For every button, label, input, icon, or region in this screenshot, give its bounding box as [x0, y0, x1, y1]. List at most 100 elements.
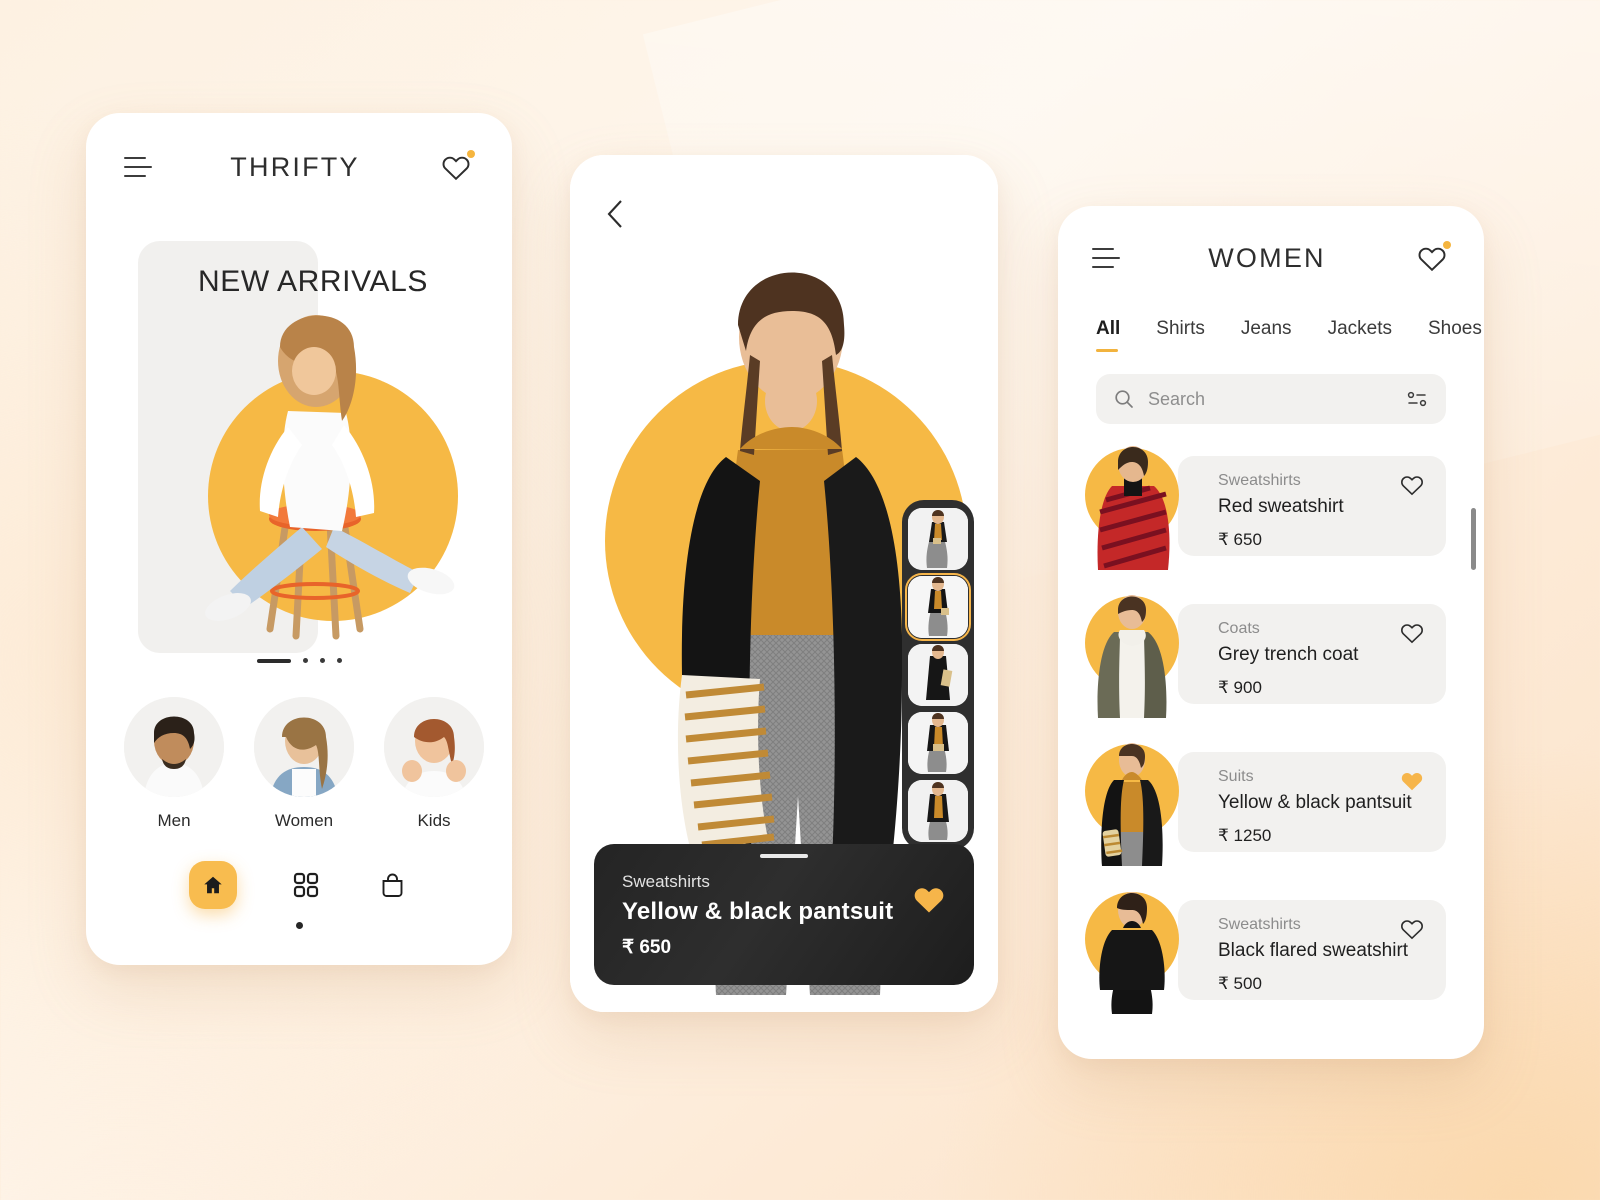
search-bar[interactable]: [1096, 374, 1446, 424]
list-item[interactable]: Sweatshirts Black flared sweatshirt ₹ 50…: [1082, 886, 1446, 1014]
notification-dot: [1443, 241, 1451, 249]
category-label: Men: [157, 811, 191, 830]
thumbnail-4[interactable]: [908, 712, 968, 774]
product-category: Sweatshirts: [622, 872, 710, 891]
list-scrollbar[interactable]: [1471, 508, 1476, 570]
product-name: Red sweatshirt: [1218, 496, 1344, 517]
product-price: ₹ 650: [622, 937, 672, 958]
thumbnail-image: [908, 712, 968, 774]
favorite-button[interactable]: [1400, 770, 1424, 797]
product-detail-card[interactable]: Sweatshirts Yellow & black pantsuit ₹ 65…: [594, 844, 974, 985]
avatar: [384, 697, 484, 797]
product-price: ₹ 1250: [1218, 826, 1272, 845]
favorite-button[interactable]: [912, 884, 946, 920]
category-item-men[interactable]: Men: [124, 697, 224, 831]
product-price: ₹ 900: [1218, 678, 1262, 697]
search-input[interactable]: [1148, 388, 1392, 410]
pagination-dot[interactable]: [302, 658, 308, 663]
hamburger-icon[interactable]: [124, 157, 152, 177]
thumbnail-image: [908, 780, 968, 842]
hero-model-image: [205, 315, 455, 640]
hamburger-icon[interactable]: [1092, 248, 1120, 268]
thumbnail-image: [908, 508, 968, 570]
tab-home[interactable]: [189, 861, 237, 909]
kids-photo: [384, 697, 484, 797]
product-name: Yellow & black pantsuit: [1218, 792, 1412, 813]
product-list[interactable]: Sweatshirts Red sweatshirt ₹ 650 Coats G…: [1058, 424, 1484, 1014]
product-thumbnail: [1082, 442, 1182, 570]
product-category: Sweatshirts: [1218, 472, 1301, 489]
favorites-button[interactable]: [1414, 241, 1451, 275]
women-photo: [254, 697, 354, 797]
home-indicator-dot: [295, 922, 303, 929]
product-card[interactable]: Sweatshirts Red sweatshirt ₹ 650: [1178, 456, 1446, 556]
favorite-button[interactable]: [1400, 474, 1424, 501]
product-photo: [1099, 892, 1165, 1014]
phone-product-list-screen: WOMEN All Shirts Jeans Jackets Shoes Sea…: [1058, 206, 1484, 1059]
heart-icon: [1401, 476, 1423, 496]
favorites-button[interactable]: [438, 150, 475, 184]
back-button[interactable]: [598, 197, 632, 231]
category-tabs[interactable]: All Shirts Jeans Jackets Shoes: [1058, 310, 1484, 352]
product-name: Black flared sweatshirt: [1218, 940, 1409, 961]
list-header: WOMEN: [1058, 206, 1484, 310]
product-category: Sweatshirts: [1218, 916, 1301, 933]
home-icon: [204, 876, 222, 894]
heart-icon: [442, 156, 470, 180]
product-category: Suits: [1218, 768, 1254, 785]
tab-all[interactable]: All: [1096, 318, 1120, 352]
product-thumbnail: [1082, 738, 1182, 866]
category-label: Kids: [417, 811, 451, 830]
category-item-kids[interactable]: Kids: [384, 697, 484, 831]
tab-categories[interactable]: [289, 868, 323, 902]
thumbnail-image: [908, 644, 968, 706]
thumbnail-image: [908, 576, 968, 638]
page-title: THRIFTY: [230, 151, 360, 182]
phone-product-detail-screen: Sweatshirts Yellow & black pantsuit ₹ 65…: [570, 155, 998, 1012]
category-scroller[interactable]: Men Women Kids: [86, 663, 512, 831]
avatar: [254, 697, 354, 797]
thumbnail-1[interactable]: [908, 508, 968, 570]
thumbnail-2[interactable]: [905, 573, 971, 641]
thumbnail-3[interactable]: [908, 644, 968, 706]
list-item[interactable]: Coats Grey trench coat ₹ 900: [1082, 590, 1446, 718]
product-name: Grey trench coat: [1218, 644, 1359, 665]
heart-filled-icon: [914, 888, 944, 913]
avatar: [124, 697, 224, 797]
heart-filled-icon: [1401, 773, 1423, 791]
drag-handle[interactable]: [760, 854, 808, 858]
hero-carousel[interactable]: NEW ARRIVALS: [86, 229, 512, 653]
tab-jeans[interactable]: Jeans: [1241, 318, 1292, 352]
phone-home-screen: THRIFTY NEW ARRIVALS Men Women Kids: [86, 113, 512, 965]
product-photo: [1097, 595, 1167, 718]
product-name: Yellow & black pantsuit: [622, 898, 894, 925]
thumbnail-strip[interactable]: [902, 500, 974, 850]
thumbnail-5[interactable]: [908, 780, 968, 842]
bottom-tab-bar: [86, 861, 512, 909]
tab-jackets[interactable]: Jackets: [1328, 318, 1392, 352]
product-thumbnail: [1082, 590, 1182, 718]
list-item[interactable]: Suits Yellow & black pantsuit ₹ 1250: [1082, 738, 1446, 866]
heart-icon: [1418, 247, 1446, 271]
product-category: Coats: [1218, 620, 1260, 637]
tab-shirts[interactable]: Shirts: [1156, 318, 1205, 352]
product-card[interactable]: Sweatshirts Black flared sweatshirt ₹ 50…: [1178, 900, 1446, 1000]
tab-shoes[interactable]: Shoes: [1428, 318, 1482, 352]
men-photo: [124, 697, 224, 797]
home-header: THRIFTY: [86, 113, 512, 221]
product-card[interactable]: Suits Yellow & black pantsuit ₹ 1250: [1178, 752, 1446, 852]
product-price: ₹ 650: [1218, 530, 1262, 549]
shopping-bag-icon: [382, 873, 402, 897]
favorite-button[interactable]: [1400, 622, 1424, 649]
product-card[interactable]: Coats Grey trench coat ₹ 900: [1178, 604, 1446, 704]
page-title: WOMEN: [1208, 242, 1326, 273]
favorite-button[interactable]: [1400, 918, 1424, 945]
pagination-dot[interactable]: [336, 658, 342, 663]
pagination-dot[interactable]: [319, 658, 325, 663]
pagination-active[interactable]: [256, 658, 291, 663]
category-item-women[interactable]: Women: [254, 697, 354, 831]
filter-icon[interactable]: [1406, 389, 1428, 409]
tab-bag[interactable]: [375, 868, 409, 902]
list-item[interactable]: Sweatshirts Red sweatshirt ₹ 650: [1082, 442, 1446, 570]
heart-icon: [1401, 624, 1423, 644]
